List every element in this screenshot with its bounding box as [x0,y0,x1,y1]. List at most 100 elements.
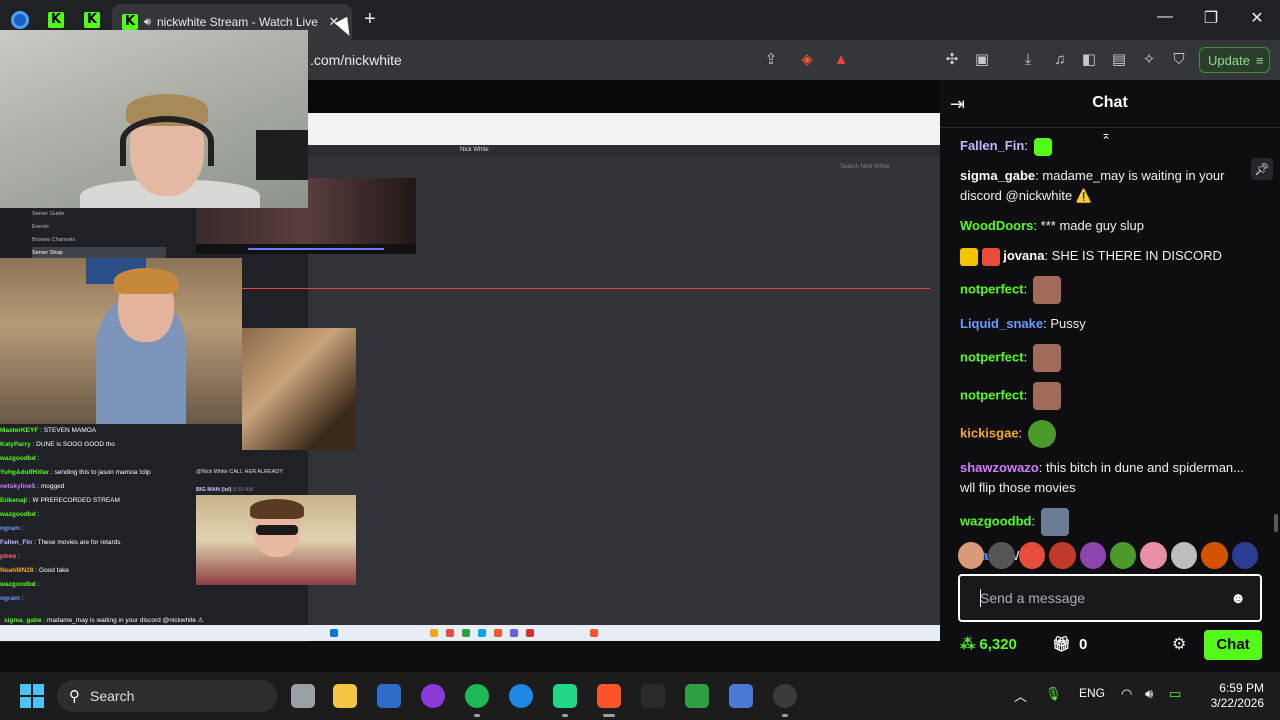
face-emote-icon [1032,382,1061,410]
lock-app-icon[interactable] [685,684,709,708]
overlay-chat-text: STEVEN MAMOA [43,427,97,434]
overlay-chat-username: YuhgAdolfHitler [0,469,50,476]
discord-message-2: BIG MAN (lol) 6:59 AM [196,487,254,493]
pinned-kick-tab-1[interactable]: K [44,8,68,32]
git-icon[interactable] [729,684,753,708]
speaker-icon[interactable]: 🔊︎ [144,16,151,29]
chat-username: sigma_gabe [960,168,1036,183]
microphone-icon[interactable]: 🎙︎ [1045,686,1062,702]
update-label: Update [1208,52,1250,68]
app-icon [11,11,29,29]
tor-icon[interactable] [421,684,445,708]
gifts-count[interactable]: 🎁︎ 0 [1052,635,1088,654]
emote-icon[interactable] [1110,542,1137,569]
pycharm-icon[interactable] [553,684,577,708]
pin-icon[interactable]: 📌︎ [1251,158,1273,180]
emote-icon[interactable] [1079,542,1107,569]
discord-message-1: @Nick White CALL HER ALREADY [196,469,283,475]
windows-start-icon[interactable] [20,684,44,708]
chat-message: jovana: SHE IS THERE IN DISCORD [960,246,1245,266]
emoji-picker-icon[interactable]: ☻ [1230,590,1246,607]
overlay-chat-username: ngram [0,525,20,532]
subscriber-badge-icon [981,247,1000,266]
emote-icon[interactable] [1018,542,1046,569]
file-explorer-icon[interactable] [333,684,357,708]
gifts-value: 0 [1079,635,1088,653]
overlay-chat-line: NoahMN28 : Good take [0,567,70,574]
new-tab-button[interactable]: + [364,8,376,30]
brave-rewards-icon[interactable]: ▲ [831,50,851,70]
emote-icon[interactable] [1170,542,1198,569]
chat-text: SHE IS THERE IN DISCORD [1051,248,1222,263]
background-monitor [256,130,308,180]
chat-message: Fallen_Fin: [960,136,1245,156]
app-icon[interactable] [641,684,665,708]
active-indicator [603,714,615,717]
vpn-icon[interactable]: ⛉ [1169,50,1189,70]
volume-icon[interactable]: 🔊︎ [1145,686,1153,702]
chat-header: ⇥ Chat [940,80,1280,128]
emote-icon[interactable] [958,542,985,569]
browser-profile-tab[interactable] [8,8,32,32]
stream-inner-browser-bar [308,113,940,145]
face-emote-icon [1032,344,1061,372]
taskbar-search[interactable]: ⚲ Search [57,680,277,712]
emote-icon[interactable] [1049,542,1076,569]
chat-input-placeholder: Send a message [980,590,1086,606]
chat-message: sigma_gabe: madame_may is waiting in you… [960,168,1225,203]
url-field[interactable]: .com/nickwhite [310,52,402,68]
emote-quick-bar [958,542,1259,570]
face-emote-icon [1040,508,1069,536]
emote-icon[interactable] [1231,542,1259,569]
overlay-chat-text: These movies are for retards [37,539,121,546]
settings-icon[interactable] [773,684,797,708]
emote-icon[interactable] [1201,542,1228,569]
restore-button[interactable]: ❐ [1199,8,1223,28]
brave-shields-icon[interactable]: ◈ [797,50,817,70]
chat-username: WoodDoors [960,218,1034,233]
send-chat-button[interactable]: Chat [1204,630,1262,660]
overlay-chat-username: KatyParry [0,441,31,448]
close-window-button[interactable]: ✕ [1245,8,1269,28]
battery-icon[interactable]: ▭ [1169,686,1181,702]
emote-icon[interactable] [988,542,1015,569]
channel-points[interactable]: ⁂ 6,320 [960,635,1017,654]
sidebar-icon[interactable]: ◧ [1079,50,1099,70]
overlay-chat-text: sending this to jason mamoa !clip [54,469,151,476]
edge-icon[interactable] [509,684,533,708]
brave-icon[interactable] [597,684,621,708]
powershell-icon[interactable] [377,684,401,708]
language-indicator[interactable]: ENG [1079,686,1105,700]
overlay-chat-username: NoahMN28 [0,567,34,574]
chat-username: kickisgae [960,425,1019,441]
emote-icon[interactable] [1140,542,1167,569]
wifi-icon[interactable]: ◠ [1121,686,1132,702]
download-icon[interactable]: ⤓ [1018,50,1038,70]
stream-overlay-last-line: sigma_gabe : madame_may is waiting in yo… [4,617,204,624]
new-messages-divider [240,288,930,289]
overlay-chat-line: MasterKEYF : STEVEN MAMOA [0,427,97,434]
minimize-button[interactable]: — [1153,8,1177,26]
overlay-chat-line: Erikenaji : W PRERECORDED STREAM [0,497,120,504]
kick-icon: K [122,14,138,30]
discord-server-list: Server Guide Events Browse Channels Serv… [32,208,166,260]
chat-scrollbar[interactable] [1274,514,1278,532]
pinned-kick-tab-2[interactable]: K [80,8,104,32]
update-button[interactable]: Update ≡ [1199,47,1270,73]
discord-image-1 [242,328,356,450]
chat-message: wazgoodbd: [960,508,1245,536]
taskbar-clock[interactable]: 6:59 PM 3/22/2026 [1204,681,1264,711]
chat-settings-icon[interactable]: ⚙ [1172,634,1186,654]
leo-ai-icon[interactable]: ✧ [1139,50,1159,70]
media-icon[interactable]: ♫ [1050,50,1070,70]
share-icon[interactable]: ⇪ [761,50,781,70]
wallet-icon[interactable]: ▤ [1109,50,1129,70]
reader-icon[interactable]: ▣ [972,50,992,70]
task-view-icon[interactable] [291,684,315,708]
extensions-icon[interactable]: ✣ [942,50,962,70]
chat-message: Liquid_snake: Pussy [960,316,1086,331]
overlay-chat-username: Erikenaji [0,497,28,504]
chat-message-input[interactable]: Send a message ☻ [958,574,1262,622]
spotify-icon[interactable] [465,684,489,708]
tray-overflow-icon[interactable]: ︿ [1014,686,1027,705]
